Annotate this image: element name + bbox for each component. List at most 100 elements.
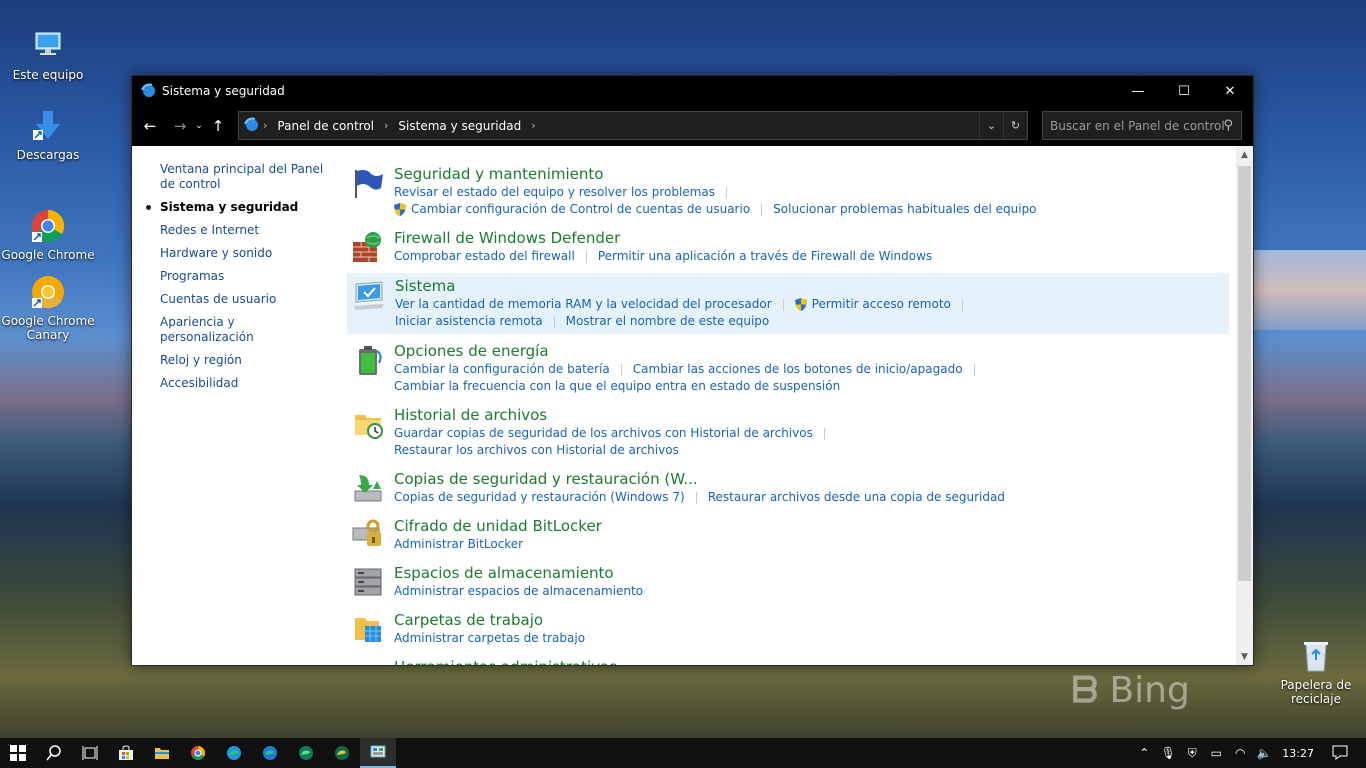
desktop-icon-este-equipo[interactable]: Este equipo <box>0 28 96 82</box>
category-title[interactable]: Espacios de almacenamiento <box>394 563 1229 583</box>
link-comprobar-firewall[interactable]: Comprobar estado del firewall <box>394 248 598 265</box>
bing-watermark: ᗷ Bing <box>1072 670 1190 711</box>
breadcrumb-sistema-y-seguridad[interactable]: Sistema y seguridad <box>398 119 521 133</box>
nav-item-accesibilidad[interactable]: Accesibilidad <box>160 376 330 391</box>
category-title[interactable]: Carpetas de trabajo <box>394 610 1229 630</box>
title-bar[interactable]: Sistema y seguridad — ☐ ✕ <box>132 76 1253 106</box>
desktop-icon-descargas[interactable]: Descargas <box>0 108 96 162</box>
firewall-icon <box>351 230 385 264</box>
recycle-bin-icon <box>1298 638 1334 674</box>
link-config-bateria[interactable]: Cambiar la configuración de batería <box>394 361 633 378</box>
forward-arrow-icon[interactable]: → <box>168 117 192 135</box>
category-bitlocker: Cifrado de unidad BitLocker Administrar … <box>347 514 1229 556</box>
wifi-icon[interactable]: ◠ <box>1228 746 1252 760</box>
nav-item-ventana-principal[interactable]: Ventana principal del Panel de control <box>160 162 325 192</box>
nav-item-cuentas-de-usuario[interactable]: Cuentas de usuario <box>160 292 330 307</box>
close-button[interactable]: ✕ <box>1207 76 1253 106</box>
search-icon[interactable] <box>36 738 72 768</box>
desktop-icon-papelera[interactable]: Papelera de reciclaje <box>1268 638 1364 706</box>
nav-item-redes-e-internet[interactable]: Redes e Internet <box>160 223 330 238</box>
volume-icon[interactable]: 🔈 <box>1252 746 1276 760</box>
back-arrow-icon[interactable]: ← <box>138 117 162 135</box>
link-frecuencia-suspension[interactable]: Cambiar la frecuencia con la que el equi… <box>394 378 840 395</box>
scroll-down-arrow-icon[interactable]: ▼ <box>1236 648 1253 665</box>
battery-icon[interactable]: ▭ <box>1204 746 1228 760</box>
scroll-up-arrow-icon[interactable]: ▲ <box>1236 146 1253 163</box>
vertical-scrollbar[interactable]: ▲ ▼ <box>1236 146 1253 665</box>
bitlocker-icon <box>351 518 385 552</box>
store-icon[interactable] <box>108 738 144 768</box>
chrome-canary-icon <box>30 274 66 310</box>
nav-item-hardware-y-sonido[interactable]: Hardware y sonido <box>160 246 330 261</box>
category-title[interactable]: Copias de seguridad y restauración (W... <box>394 469 1229 489</box>
scroll-thumb[interactable] <box>1238 166 1251 581</box>
edge-icon[interactable] <box>216 738 252 768</box>
link-solucionar-problemas[interactable]: Solucionar problemas habituales del equi… <box>773 201 1036 218</box>
wallpaper-lake <box>1250 250 1366 330</box>
maximize-button[interactable]: ☐ <box>1161 76 1207 106</box>
refresh-icon[interactable]: ↻ <box>1003 112 1027 139</box>
control-panel-window: Sistema y seguridad — ☐ ✕ ← → ⌄ ↑ › Pane… <box>131 75 1254 666</box>
storage-icon <box>351 565 385 599</box>
breadcrumb-separator-icon[interactable]: › <box>531 119 535 132</box>
microphone-icon[interactable]: 🎙 <box>1156 746 1180 760</box>
link-cambiar-uac[interactable]: Cambiar configuración de Control de cuen… <box>394 201 773 218</box>
edge-canary-icon[interactable] <box>324 738 360 768</box>
category-seguridad-mantenimiento: Seguridad y mantenimiento Revisar el est… <box>347 162 1229 221</box>
start-windows-icon[interactable] <box>0 738 36 768</box>
clock[interactable]: 13:27 <box>1282 747 1314 760</box>
address-field[interactable]: › Panel de control › Sistema y seguridad… <box>238 111 1028 140</box>
chrome-taskbar-icon[interactable] <box>180 738 216 768</box>
category-title[interactable]: Cifrado de unidad BitLocker <box>394 516 1229 536</box>
task-view-icon[interactable] <box>72 738 108 768</box>
category-title[interactable]: Herramientas administrativas <box>394 657 1229 665</box>
link-asistencia-remota[interactable]: Iniciar asistencia remota <box>395 313 566 330</box>
desktop-icon-label: Papelera de reciclaje <box>1280 678 1352 706</box>
breadcrumb-separator-icon[interactable]: › <box>384 119 388 132</box>
search-input[interactable]: Buscar en el Panel de control ⚲ <box>1042 111 1242 140</box>
link-revisar-estado[interactable]: Revisar el estado del equipo y resolver … <box>394 184 738 201</box>
file-explorer-icon[interactable] <box>144 738 180 768</box>
edge-dev-icon[interactable] <box>288 738 324 768</box>
edge-beta-icon[interactable] <box>252 738 288 768</box>
address-dropdown-chevron-icon[interactable]: ⌄ <box>979 112 1003 139</box>
link-ver-memoria-ram[interactable]: Ver la cantidad de memoria RAM y la velo… <box>395 296 795 313</box>
admin-tools-icon <box>351 659 385 665</box>
category-energia: Opciones de energía Cambiar la configura… <box>347 339 1229 398</box>
link-mostrar-nombre-equipo[interactable]: Mostrar el nombre de este equipo <box>566 313 770 330</box>
nav-item-apariencia[interactable]: Apariencia y personalización <box>160 315 330 345</box>
nav-item-reloj-y-region[interactable]: Reloj y región <box>160 353 330 368</box>
desktop-icon-chrome-canary[interactable]: Google Chrome Canary <box>0 274 96 342</box>
link-restaurar-archivos-historial[interactable]: Restaurar los archivos con Historial de … <box>394 442 679 459</box>
desktop-icon-google-chrome[interactable]: Google Chrome <box>0 208 96 262</box>
category-title[interactable]: Opciones de energía <box>394 341 1229 361</box>
notification-icon[interactable] <box>1328 744 1352 763</box>
link-acciones-botones[interactable]: Cambiar las acciones de los botones de i… <box>633 361 986 378</box>
up-arrow-icon[interactable]: ↑ <box>206 117 230 135</box>
link-copias-windows7[interactable]: Copias de seguridad y restauración (Wind… <box>394 489 708 506</box>
category-title[interactable]: Firewall de Windows Defender <box>394 228 1229 248</box>
link-guardar-copias[interactable]: Guardar copias de seguridad de los archi… <box>394 425 836 442</box>
nav-item-programas[interactable]: Programas <box>160 269 330 284</box>
chevron-up-icon[interactable]: ⌃ <box>1132 746 1156 760</box>
security-shield-icon[interactable]: ⛨ <box>1180 746 1204 761</box>
search-placeholder: Buscar en el Panel de control <box>1050 118 1225 133</box>
link-administrar-espacios[interactable]: Administrar espacios de almacenamiento <box>394 583 643 600</box>
breadcrumb-separator-icon[interactable]: › <box>263 119 267 132</box>
nav-item-sistema-y-seguridad: Sistema y seguridad <box>146 200 330 215</box>
minimize-button[interactable]: — <box>1115 76 1161 106</box>
breadcrumb-panel-de-control[interactable]: Panel de control <box>277 119 374 133</box>
link-permitir-acceso-remoto[interactable]: Permitir acceso remoto <box>794 296 974 313</box>
link-administrar-carpetas[interactable]: Administrar carpetas de trabajo <box>394 630 585 647</box>
link-restaurar-desde-copia[interactable]: Restaurar archivos desde una copia de se… <box>708 489 1005 506</box>
link-permitir-aplicacion[interactable]: Permitir una aplicación a través de Fire… <box>598 248 932 265</box>
category-title[interactable]: Seguridad y mantenimiento <box>394 164 1229 184</box>
recent-locations-chevron-icon[interactable]: ⌄ <box>192 121 206 131</box>
category-title[interactable]: Sistema <box>395 276 1228 296</box>
link-administrar-bitlocker[interactable]: Administrar BitLocker <box>394 536 523 553</box>
system-icon <box>352 278 386 312</box>
desktop-icon-label: Google Chrome Canary <box>1 314 95 342</box>
category-title[interactable]: Historial de archivos <box>394 405 1229 425</box>
control-panel-taskbar-icon[interactable] <box>360 738 396 768</box>
file-history-icon <box>351 407 385 441</box>
